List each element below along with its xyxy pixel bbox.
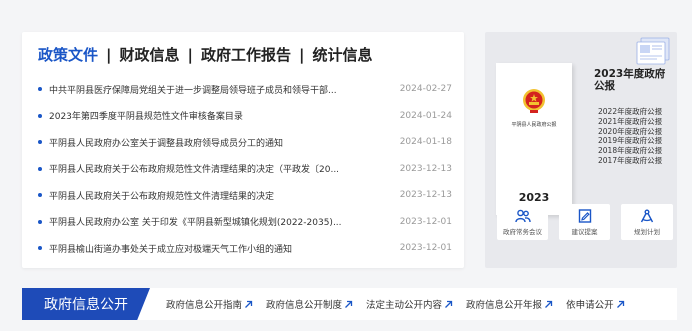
news-date: 2024-02-27 bbox=[399, 84, 452, 95]
bullet-icon bbox=[38, 87, 42, 92]
year-link[interactable]: 2017年度政府公报 bbox=[598, 156, 662, 166]
quick-link-label: 规划计划 bbox=[634, 227, 660, 236]
news-title[interactable]: 平阴县人民政府关于公布政府规范性文件清理结果的决定（平政发〔20... bbox=[49, 162, 369, 175]
arrow-up-right-icon bbox=[245, 300, 253, 308]
info-link-label: 政府信息公开年报 bbox=[466, 300, 543, 311]
info-link-statutory[interactable]: 法定主动公开内容 bbox=[366, 297, 453, 311]
tab-work-report[interactable]: 政府工作报告 bbox=[201, 44, 291, 65]
bullet-icon bbox=[38, 193, 42, 198]
arrow-up-right-icon bbox=[345, 300, 353, 308]
quick-link-label: 政府常务会议 bbox=[503, 227, 542, 236]
national-emblem-icon bbox=[523, 89, 545, 113]
arrow-up-right-icon bbox=[445, 300, 453, 308]
edit-doc-icon bbox=[578, 208, 591, 223]
year-link[interactable]: 2018年度政府公报 bbox=[598, 146, 662, 156]
info-disclosure-links: 政府信息公开指南 政府信息公开制度 法定主动公开内容 政府信息公开年报 依申请公… bbox=[166, 288, 625, 320]
news-panel: 政策文件 | 财政信息 | 政府工作报告 | 统计信息 中共平阴县医疗保障局党组… bbox=[22, 32, 464, 268]
quick-link-planning[interactable]: 规划计划 bbox=[621, 204, 673, 240]
tab-separator: | bbox=[299, 45, 305, 64]
quick-links: 政府常务会议 建议提案 规划计划 bbox=[497, 204, 673, 240]
bullet-icon bbox=[38, 219, 42, 224]
list-item[interactable]: 平阴县人民政府关于公布政府规范性文件清理结果的决定 2023-12-13 bbox=[38, 182, 452, 209]
quick-link-proposals[interactable]: 建议提案 bbox=[559, 204, 610, 240]
year-link[interactable]: 2021年度政府公报 bbox=[598, 117, 662, 127]
news-date: 2024-01-18 bbox=[399, 137, 452, 148]
year-link[interactable]: 2022年度政府公报 bbox=[598, 107, 662, 117]
bulletin-cover[interactable]: 平阴县人民政府公报 2023 bbox=[496, 63, 572, 215]
bullet-icon bbox=[38, 166, 42, 171]
info-link-label: 政府信息公开指南 bbox=[166, 300, 243, 311]
tab-fiscal-info[interactable]: 财政信息 bbox=[120, 44, 180, 65]
list-item[interactable]: 中共平阴县医疗保障局党组关于进一步调整局领导班子成员和领导干部... 2024-… bbox=[38, 76, 452, 103]
document-stack-illustration bbox=[636, 37, 670, 65]
year-link[interactable]: 2019年度政府公报 bbox=[598, 136, 662, 146]
info-link-label: 法定主动公开内容 bbox=[366, 300, 443, 311]
info-link-annual-report[interactable]: 政府信息公开年报 bbox=[466, 297, 553, 311]
news-date: 2023-12-13 bbox=[399, 163, 452, 174]
tab-separator: | bbox=[187, 45, 193, 64]
cover-year: 2023 bbox=[518, 191, 550, 204]
tab-separator: | bbox=[106, 45, 112, 64]
tab-policy-documents[interactable]: 政策文件 bbox=[38, 44, 98, 65]
news-date: 2023-12-01 bbox=[399, 216, 452, 227]
list-item[interactable]: 平阴县人民政府办公室 关于印发《平阴县新型城镇化规划(2022-2035)...… bbox=[38, 209, 452, 236]
bulletin-panel: 平阴县人民政府公报 2023 2023年度政府公报 2022年度政府公报 202… bbox=[485, 32, 677, 268]
people-icon bbox=[514, 209, 531, 222]
bullet-icon bbox=[38, 246, 42, 251]
tab-statistics[interactable]: 统计信息 bbox=[313, 44, 373, 65]
news-title[interactable]: 中共平阴县医疗保障局党组关于进一步调整局领导班子成员和领导干部... bbox=[49, 83, 369, 96]
info-disclosure-title: 政府信息公开 bbox=[22, 288, 150, 320]
news-title[interactable]: 2023年第四季度平阴县规范性文件审核备案目录 bbox=[49, 109, 369, 122]
quick-link-label: 建议提案 bbox=[571, 227, 598, 236]
news-title[interactable]: 平阴县人民政府办公室关于调整县政府领导成员分工的通知 bbox=[49, 136, 369, 149]
news-date: 2023-12-01 bbox=[399, 243, 452, 254]
news-tabs: 政策文件 | 财政信息 | 政府工作报告 | 统计信息 bbox=[38, 44, 373, 65]
news-title[interactable]: 平阴县榆山街道办事处关于成立应对极端天气工作小组的通知 bbox=[49, 242, 369, 255]
news-title[interactable]: 平阴县人民政府办公室 关于印发《平阴县新型城镇化规划(2022-2035)... bbox=[49, 215, 369, 228]
compass-icon bbox=[640, 209, 654, 222]
arrow-up-right-icon bbox=[616, 300, 624, 308]
year-link[interactable]: 2020年度政府公报 bbox=[598, 127, 662, 137]
info-link-label: 政府信息公开制度 bbox=[266, 300, 343, 311]
info-disclosure-bar: 政府信息公开 政府信息公开指南 政府信息公开制度 法定主动公开内容 政府信息公开… bbox=[22, 288, 677, 320]
bulletin-year-list: 2022年度政府公报 2021年度政府公报 2020年度政府公报 2019年度政… bbox=[598, 107, 662, 166]
quick-link-meetings[interactable]: 政府常务会议 bbox=[497, 204, 548, 240]
cover-caption: 平阴县人民政府公报 bbox=[511, 122, 557, 128]
info-link-on-request[interactable]: 依申请公开 bbox=[566, 297, 625, 311]
bullet-icon bbox=[38, 113, 42, 118]
list-item[interactable]: 2023年第四季度平阴县规范性文件审核备案目录 2024-01-24 bbox=[38, 103, 452, 130]
info-link-label: 依申请公开 bbox=[566, 300, 614, 311]
arrow-up-right-icon bbox=[545, 300, 553, 308]
news-date: 2023-12-13 bbox=[399, 190, 452, 201]
info-link-system[interactable]: 政府信息公开制度 bbox=[266, 297, 353, 311]
news-list: 中共平阴县医疗保障局党组关于进一步调整局领导班子成员和领导干部... 2024-… bbox=[38, 76, 452, 262]
list-item[interactable]: 平阴县榆山街道办事处关于成立应对极端天气工作小组的通知 2023-12-01 bbox=[38, 235, 452, 262]
info-link-guide[interactable]: 政府信息公开指南 bbox=[166, 297, 253, 311]
list-item[interactable]: 平阴县人民政府办公室关于调整县政府领导成员分工的通知 2024-01-18 bbox=[38, 129, 452, 156]
bulletin-title[interactable]: 2023年度政府公报 bbox=[594, 68, 674, 92]
news-date: 2024-01-24 bbox=[399, 110, 452, 121]
bullet-icon bbox=[38, 140, 42, 145]
list-item[interactable]: 平阴县人民政府关于公布政府规范性文件清理结果的决定（平政发〔20... 2023… bbox=[38, 156, 452, 183]
news-title[interactable]: 平阴县人民政府关于公布政府规范性文件清理结果的决定 bbox=[49, 189, 369, 202]
